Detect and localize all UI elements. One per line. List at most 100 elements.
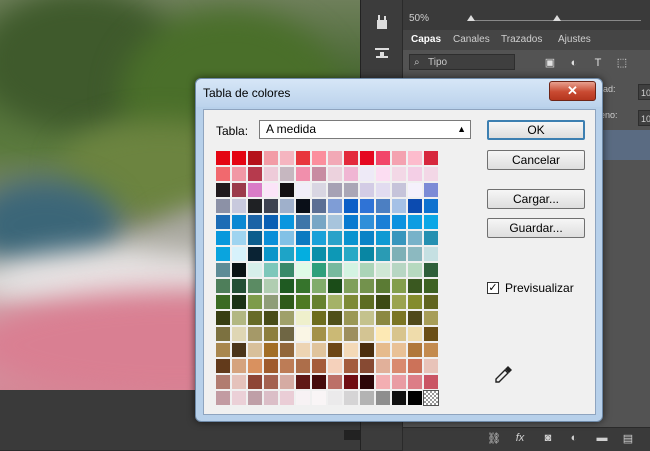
color-swatch[interactable] [376, 295, 390, 309]
color-swatch[interactable] [312, 279, 326, 293]
table-select[interactable]: A medida ▲ [259, 120, 471, 139]
color-swatch[interactable] [344, 311, 358, 325]
color-swatch[interactable] [216, 279, 230, 293]
color-swatch[interactable] [296, 359, 310, 373]
color-swatch[interactable] [360, 263, 374, 277]
color-swatch[interactable] [344, 375, 358, 389]
color-swatch[interactable] [312, 295, 326, 309]
color-swatch[interactable] [280, 375, 294, 389]
color-swatch[interactable] [248, 167, 262, 181]
color-swatch[interactable] [360, 215, 374, 229]
color-swatch[interactable] [280, 263, 294, 277]
color-swatch[interactable] [328, 247, 342, 261]
color-swatch[interactable] [264, 359, 278, 373]
color-swatch[interactable] [344, 231, 358, 245]
color-swatch[interactable] [264, 311, 278, 325]
color-swatch[interactable] [296, 295, 310, 309]
color-swatch[interactable] [424, 183, 438, 197]
layer-opacity-input[interactable]: 100 [638, 84, 650, 100]
color-swatch[interactable] [392, 311, 406, 325]
color-swatch[interactable] [408, 263, 422, 277]
color-swatch[interactable] [344, 167, 358, 181]
transparent-swatch[interactable] [423, 390, 439, 406]
color-swatch[interactable] [216, 247, 230, 261]
color-swatch[interactable] [360, 199, 374, 213]
color-swatch[interactable] [344, 359, 358, 373]
color-swatch[interactable] [392, 295, 406, 309]
slider-knob-right[interactable] [553, 15, 561, 21]
color-swatch[interactable] [296, 247, 310, 261]
color-swatch[interactable] [376, 247, 390, 261]
color-swatch[interactable] [328, 311, 342, 325]
color-swatch[interactable] [216, 343, 230, 357]
color-swatch[interactable] [312, 231, 326, 245]
color-swatch[interactable] [408, 343, 422, 357]
color-swatch[interactable] [328, 279, 342, 293]
color-swatch[interactable] [296, 215, 310, 229]
color-swatch[interactable] [248, 247, 262, 261]
color-swatch[interactable] [312, 263, 326, 277]
color-swatch[interactable] [360, 295, 374, 309]
color-swatch[interactable] [312, 151, 326, 165]
color-swatch[interactable] [232, 327, 246, 341]
color-swatch[interactable] [392, 215, 406, 229]
color-swatch[interactable] [232, 167, 246, 181]
tab-ajustes[interactable]: Ajustes [558, 34, 591, 45]
color-swatch[interactable] [312, 167, 326, 181]
color-swatch[interactable] [296, 311, 310, 325]
color-swatch[interactable] [248, 151, 262, 165]
color-swatch[interactable] [408, 199, 422, 213]
color-swatch[interactable] [360, 327, 374, 341]
color-swatch[interactable] [216, 183, 230, 197]
color-swatch[interactable] [296, 199, 310, 213]
save-button[interactable]: Guardar... [487, 218, 585, 238]
color-swatch[interactable] [392, 183, 406, 197]
eyedropper-icon[interactable] [494, 364, 514, 384]
color-swatch[interactable] [408, 279, 422, 293]
color-swatch[interactable] [264, 151, 278, 165]
color-swatch[interactable] [216, 231, 230, 245]
color-swatch[interactable] [360, 279, 374, 293]
color-swatch[interactable] [344, 327, 358, 341]
color-swatch[interactable] [328, 199, 342, 213]
load-button[interactable]: Cargar... [487, 189, 585, 209]
color-swatch[interactable] [392, 375, 406, 389]
color-swatch[interactable] [232, 151, 246, 165]
color-swatch[interactable] [376, 375, 390, 389]
color-swatch[interactable] [264, 375, 278, 389]
image-filter-icon[interactable]: ▣ [543, 56, 557, 70]
color-swatch[interactable] [344, 199, 358, 213]
canvas-scroll-tab[interactable] [344, 430, 360, 440]
type-filter-icon[interactable]: T [591, 56, 605, 70]
color-swatch[interactable] [392, 167, 406, 181]
color-swatch[interactable] [360, 375, 374, 389]
color-swatch[interactable] [216, 311, 230, 325]
color-swatch[interactable] [232, 231, 246, 245]
color-swatch[interactable] [312, 247, 326, 261]
color-swatch[interactable] [376, 343, 390, 357]
color-swatch[interactable] [280, 151, 294, 165]
color-swatch[interactable] [280, 327, 294, 341]
color-swatch[interactable] [408, 359, 422, 373]
color-swatch[interactable] [264, 247, 278, 261]
color-swatch[interactable] [376, 391, 390, 405]
color-swatch[interactable] [280, 247, 294, 261]
color-swatch[interactable] [264, 263, 278, 277]
color-swatch[interactable] [280, 295, 294, 309]
color-swatch[interactable] [424, 167, 438, 181]
color-swatch[interactable] [424, 343, 438, 357]
link-layers-icon[interactable]: ⛓ [487, 432, 501, 445]
color-swatch[interactable] [360, 231, 374, 245]
color-swatch[interactable] [408, 215, 422, 229]
layer-filter-select[interactable]: ⌕ Tipo [409, 54, 515, 70]
color-swatch[interactable] [424, 279, 438, 293]
color-swatch[interactable] [408, 151, 422, 165]
color-swatch[interactable] [216, 359, 230, 373]
color-swatch[interactable] [328, 151, 342, 165]
tab-canales[interactable]: Canales [453, 34, 490, 45]
color-swatch[interactable] [392, 231, 406, 245]
color-swatch[interactable] [392, 263, 406, 277]
color-swatch[interactable] [344, 215, 358, 229]
color-swatch[interactable] [408, 231, 422, 245]
color-swatch[interactable] [376, 311, 390, 325]
